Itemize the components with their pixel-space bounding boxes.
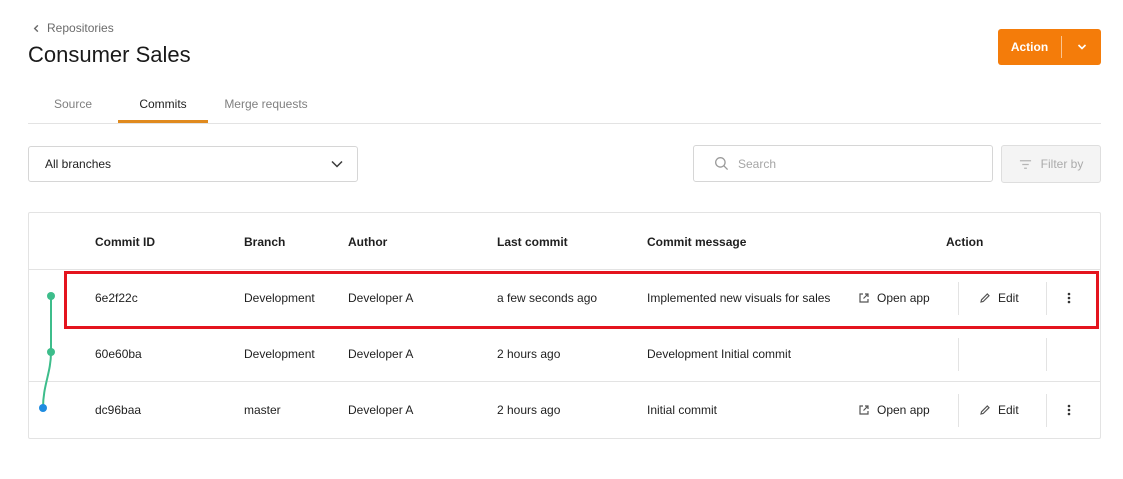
breadcrumb[interactable]: Repositories	[32, 21, 114, 35]
open-app-button[interactable]: Open app	[858, 397, 930, 423]
branch-name: master	[244, 403, 281, 417]
last-commit-time: 2 hours ago	[497, 347, 561, 361]
filter-label: Filter by	[1040, 157, 1084, 171]
chevron-down-icon	[1077, 44, 1086, 50]
author-name: Developer A	[348, 403, 414, 417]
breadcrumb-label: Repositories	[47, 21, 114, 35]
search-input[interactable]	[738, 156, 978, 171]
branch-select-value: All branches	[45, 157, 112, 171]
last-commit-time: 2 hours ago	[497, 403, 561, 417]
column-header-author: Author	[348, 235, 388, 249]
tab-bar: Source Commits Merge requests	[28, 84, 1101, 124]
chevron-down-icon	[331, 160, 343, 168]
branch-name: Development	[244, 347, 315, 361]
search-icon	[715, 157, 729, 171]
edit-label: Edit	[998, 403, 1019, 417]
action-divider	[1046, 394, 1047, 427]
action-dropdown-toggle[interactable]	[1062, 41, 1101, 53]
pencil-icon	[980, 405, 990, 415]
filter-icon	[1019, 159, 1031, 169]
action-button-label: Action	[1010, 40, 1049, 54]
highlight-box	[64, 271, 1099, 329]
tab-commits[interactable]: Commits	[118, 84, 208, 123]
table-row[interactable]: 60e60ba Development Developer A 2 hours …	[29, 326, 1100, 382]
action-button[interactable]: Action	[998, 29, 1101, 65]
column-header-commit-id: Commit ID	[95, 235, 155, 249]
chevron-left-icon	[33, 24, 39, 32]
author-name: Developer A	[348, 347, 414, 361]
more-options-button[interactable]	[1059, 397, 1079, 423]
column-header-last-commit: Last commit	[497, 235, 568, 249]
more-vertical-icon	[1067, 404, 1071, 416]
commit-message: Development Initial commit	[647, 347, 792, 361]
commit-id[interactable]: 60e60ba	[95, 347, 142, 361]
tab-source[interactable]: Source	[28, 84, 118, 123]
action-divider	[1046, 338, 1047, 371]
commit-message: Initial commit	[647, 403, 718, 417]
column-header-action: Action	[946, 235, 984, 249]
open-app-label: Open app	[877, 403, 930, 417]
branch-select[interactable]: All branches	[28, 146, 358, 182]
active-tab-indicator	[118, 120, 208, 123]
filter-button[interactable]: Filter by	[1001, 145, 1101, 183]
external-link-icon	[859, 405, 869, 415]
table-header: Commit ID Branch Author Last commit Comm…	[29, 213, 1100, 270]
search-box	[693, 145, 993, 182]
column-header-commit-message: Commit message	[647, 235, 747, 249]
column-header-branch: Branch	[244, 235, 286, 249]
table-row[interactable]: dc96baa master Developer A 2 hours ago I…	[29, 382, 1100, 438]
commit-id[interactable]: dc96baa	[95, 403, 141, 417]
page-title: Consumer Sales	[28, 42, 191, 67]
action-divider	[958, 394, 959, 427]
tab-merge-requests[interactable]: Merge requests	[208, 84, 324, 123]
edit-button[interactable]: Edit	[979, 397, 1019, 423]
action-divider	[958, 338, 959, 371]
